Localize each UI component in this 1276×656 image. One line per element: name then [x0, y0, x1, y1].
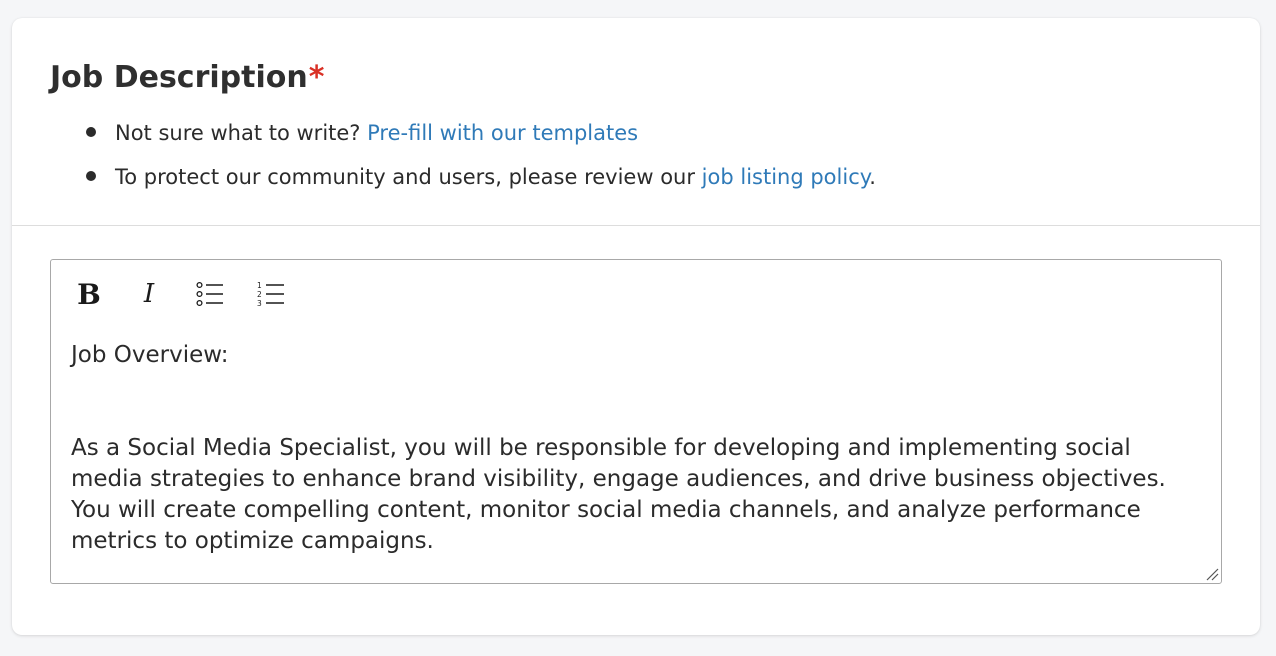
job-listing-policy-link[interactable]: job listing policy: [702, 165, 870, 189]
editor-content[interactable]: Job Overview: As a Social Media Speciali…: [71, 340, 1206, 557]
italic-button[interactable]: I: [129, 274, 169, 314]
bulleted-list-button[interactable]: [190, 274, 230, 314]
bold-button[interactable]: B: [69, 274, 109, 314]
content-paragraph: As a Social Media Specialist, you will b…: [71, 435, 1166, 554]
required-marker: *: [308, 60, 325, 95]
resize-handle-icon[interactable]: [1203, 565, 1219, 581]
job-description-editor[interactable]: B I 1 2 3 Job Overview: As a Social Medi…: [50, 259, 1222, 584]
svg-text:2: 2: [257, 290, 262, 299]
tip-text: Not sure what to write?: [115, 121, 368, 145]
content-heading: Job Overview:: [71, 342, 229, 368]
bullet-icon: [86, 127, 96, 137]
bulleted-list-icon: [196, 281, 223, 307]
prefill-templates-link[interactable]: Pre-fill with our templates: [367, 121, 638, 145]
numbered-list-button[interactable]: 1 2 3: [251, 274, 291, 314]
tip-suffix: .: [869, 165, 876, 189]
job-description-header: Job Description* Not sure what to write?…: [12, 18, 1260, 226]
section-title-text: Job Description: [50, 60, 308, 95]
tip-policy: To protect our community and users, plea…: [86, 162, 876, 206]
empty-line: [71, 371, 1206, 433]
section-title: Job Description*: [50, 60, 324, 96]
svg-text:1: 1: [257, 281, 262, 290]
tip-text: To protect our community and users, plea…: [115, 165, 702, 189]
job-description-card: Job Description* Not sure what to write?…: [12, 18, 1260, 635]
bullet-icon: [86, 171, 96, 181]
tips-list: Not sure what to write? Pre-fill with ou…: [86, 118, 876, 206]
numbered-list-icon: 1 2 3: [257, 281, 284, 307]
svg-text:3: 3: [257, 299, 262, 307]
tip-templates: Not sure what to write? Pre-fill with ou…: [86, 118, 876, 162]
